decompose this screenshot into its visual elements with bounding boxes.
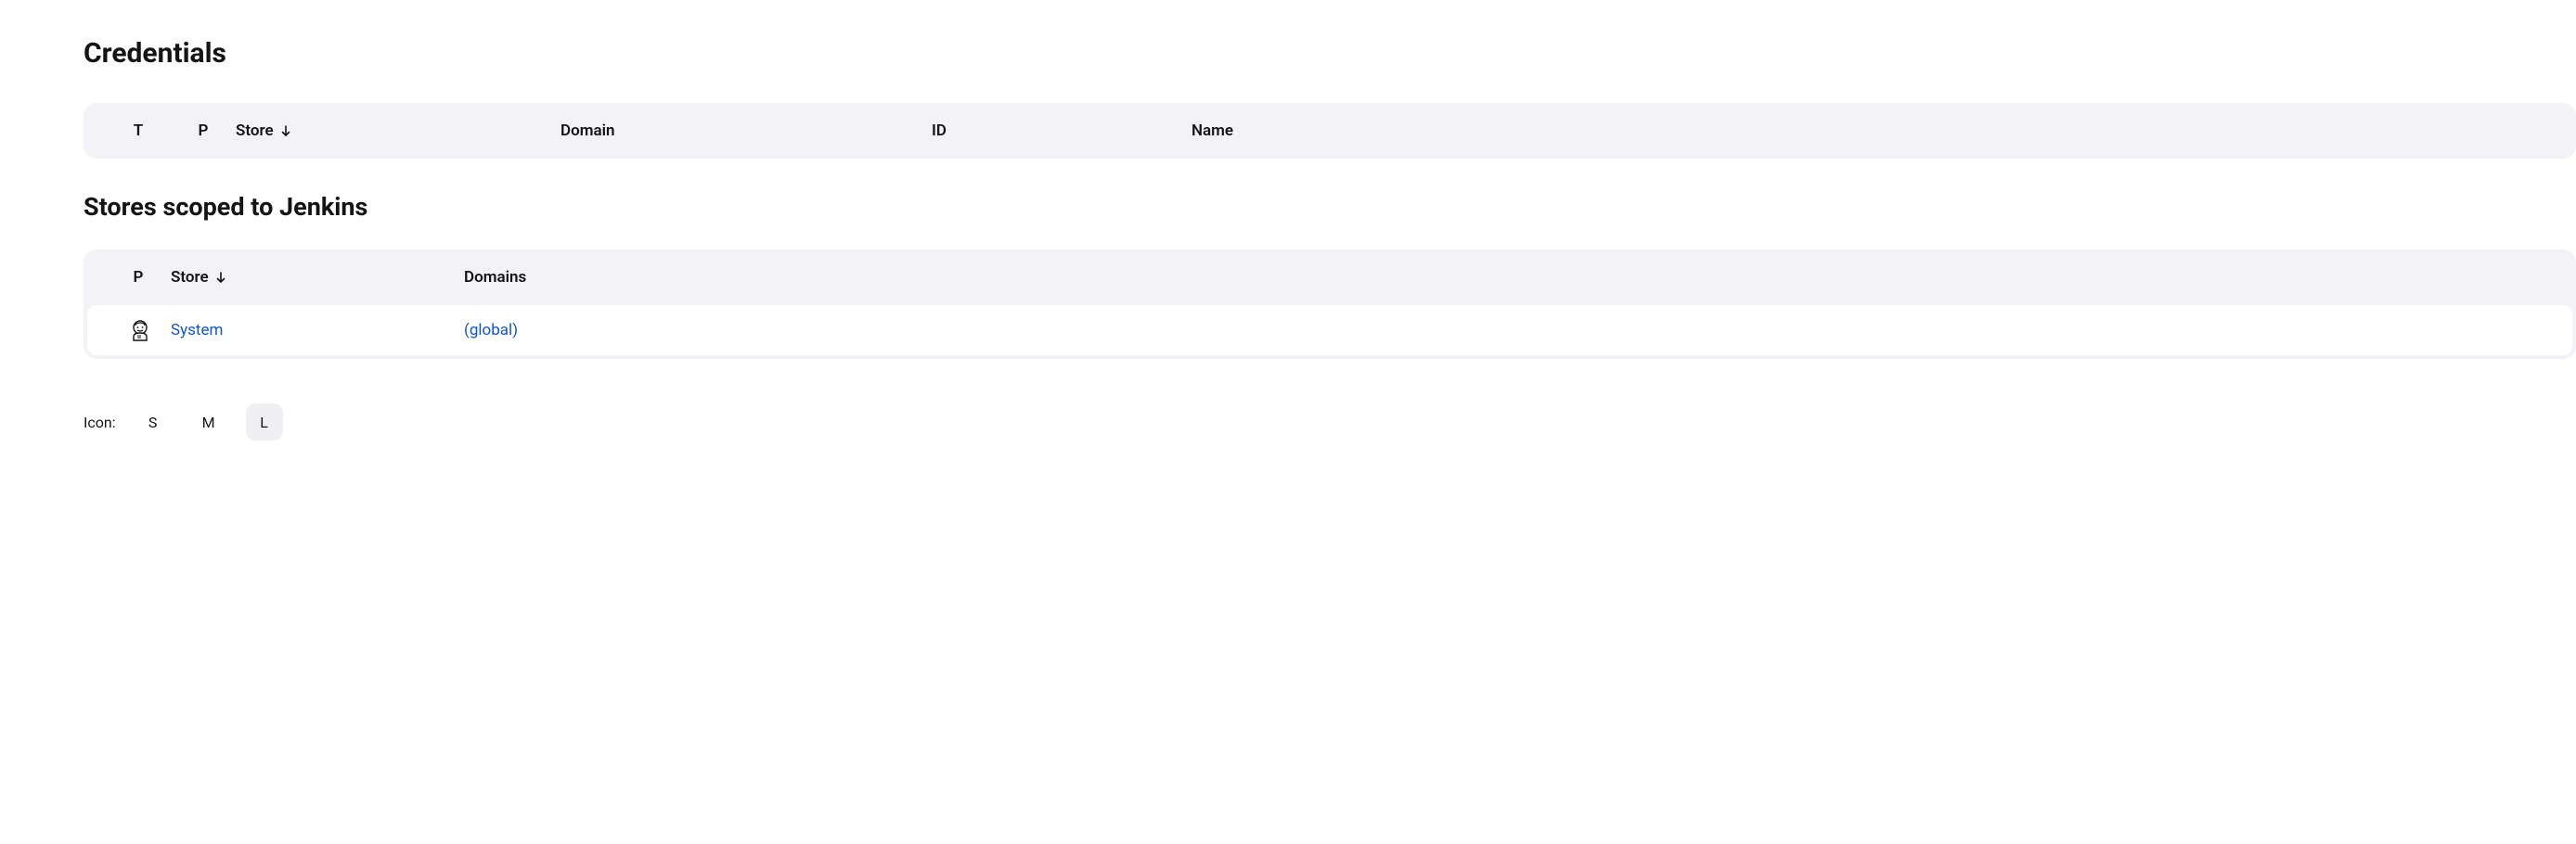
- stores-column-header-store-label: Store: [171, 268, 209, 287]
- column-header-p[interactable]: P: [171, 121, 236, 140]
- column-header-store-label: Store: [236, 121, 274, 140]
- arrow-down-icon: [279, 124, 292, 137]
- stores-column-header-p[interactable]: P: [106, 268, 171, 287]
- stores-table: P Store Domains: [84, 249, 2576, 359]
- column-header-id[interactable]: ID: [932, 121, 1191, 140]
- row-domains-cell: (global): [464, 321, 2550, 339]
- system-link[interactable]: System: [171, 321, 223, 339]
- column-header-store[interactable]: Store: [236, 121, 560, 140]
- global-domain-link[interactable]: (global): [464, 321, 518, 339]
- icon-size-s-button[interactable]: S: [135, 403, 172, 441]
- page-title: Credentials: [84, 37, 2576, 70]
- stores-column-header-domains[interactable]: Domains: [464, 268, 2554, 287]
- column-header-t[interactable]: T: [106, 121, 171, 140]
- icon-size-l-button[interactable]: L: [246, 403, 283, 441]
- arrow-down-icon: [214, 271, 227, 284]
- stores-section-title: Stores scoped to Jenkins: [84, 192, 2576, 222]
- row-store-cell: System: [171, 321, 464, 339]
- column-header-domain[interactable]: Domain: [560, 121, 932, 140]
- stores-table-header: P Store Domains: [84, 249, 2576, 305]
- column-header-name[interactable]: Name: [1191, 121, 2554, 140]
- icon-size-selector: Icon: S M L: [84, 403, 2576, 441]
- credentials-table-header: T P Store Domain ID Name: [84, 103, 2576, 159]
- jenkins-icon: [128, 318, 152, 342]
- row-icon-cell: [109, 318, 171, 342]
- icon-size-label: Icon:: [84, 414, 116, 431]
- stores-column-header-store[interactable]: Store: [171, 268, 464, 287]
- icon-size-m-button[interactable]: M: [190, 403, 227, 441]
- table-row: System (global): [87, 305, 2572, 355]
